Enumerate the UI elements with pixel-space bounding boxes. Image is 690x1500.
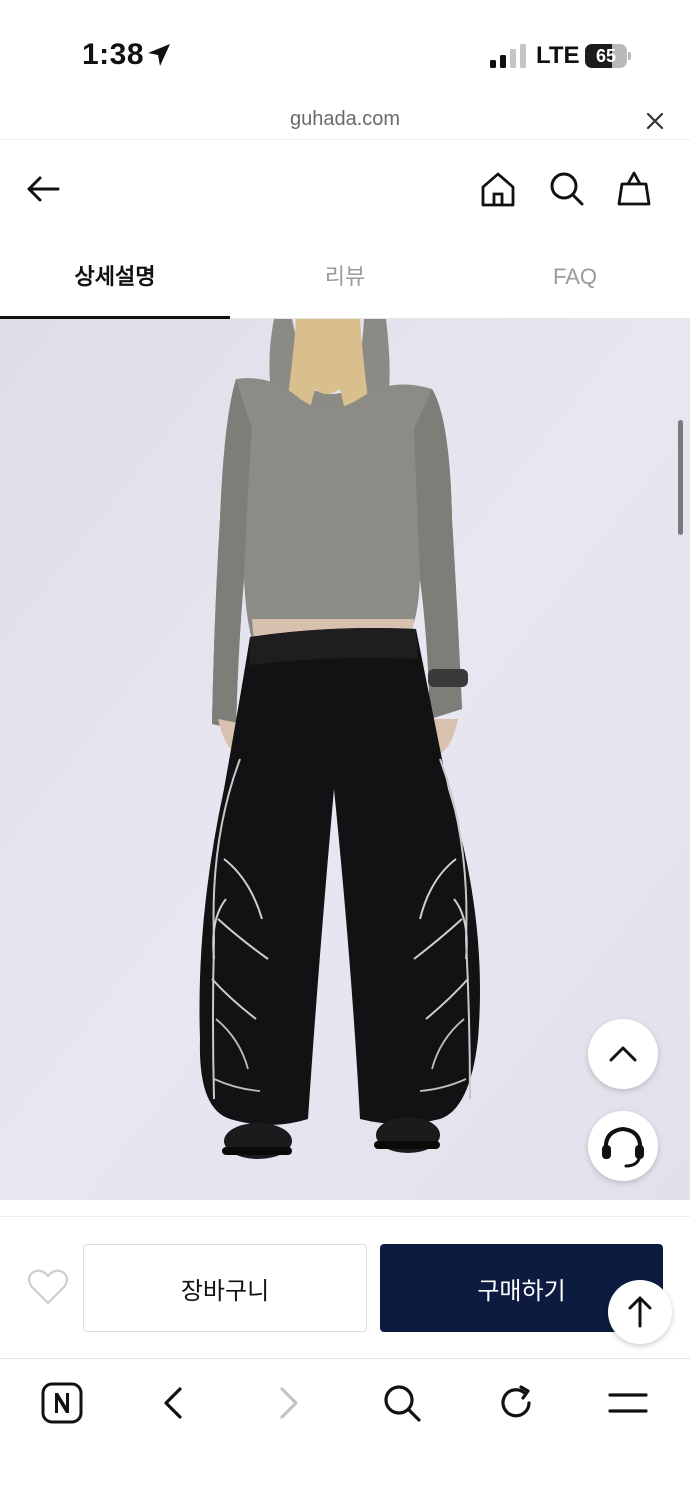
naver-home-button[interactable]	[38, 1379, 86, 1427]
browser-refresh-button[interactable]	[492, 1379, 540, 1427]
browser-forward-button[interactable]	[264, 1379, 312, 1427]
cellular-signal-icon	[490, 44, 526, 68]
scroll-top-button[interactable]	[608, 1280, 672, 1344]
forward-icon	[280, 1387, 298, 1419]
back-button[interactable]	[22, 167, 66, 211]
add-to-cart-button[interactable]: 장바구니	[83, 1244, 367, 1332]
scroll-up-button[interactable]	[588, 1019, 658, 1089]
refresh-icon	[501, 1385, 531, 1418]
status-bar: 1:38 LTE 65	[0, 0, 690, 100]
shopping-bag-icon	[617, 171, 651, 206]
purchase-bar: 장바구니 구매하기	[0, 1216, 690, 1358]
app-header	[0, 141, 690, 237]
browser-back-button[interactable]	[150, 1379, 198, 1427]
headset-icon	[602, 1126, 644, 1168]
url-bar: guhada.com	[0, 100, 690, 140]
heart-icon[interactable]	[26, 1267, 70, 1307]
customer-support-button[interactable]	[588, 1111, 658, 1181]
battery-indicator: 65	[585, 44, 631, 68]
home-button[interactable]	[476, 167, 520, 211]
tab-review[interactable]: 리뷰	[230, 237, 460, 318]
browser-toolbar	[0, 1358, 690, 1500]
product-tabs: 상세설명 리뷰 FAQ	[0, 237, 690, 320]
browser-menu-button[interactable]	[604, 1379, 652, 1427]
battery-percent: 65	[595, 46, 617, 66]
product-image	[0, 319, 690, 1200]
product-photo	[0, 319, 690, 1200]
back-arrow-icon	[27, 176, 60, 202]
menu-icon	[608, 1393, 648, 1413]
scrollbar[interactable]	[678, 420, 683, 535]
search-button[interactable]	[544, 167, 588, 211]
chevron-up-icon	[609, 1046, 637, 1062]
tab-detail[interactable]: 상세설명	[0, 237, 230, 320]
search-icon	[550, 172, 584, 206]
close-icon[interactable]	[644, 110, 666, 132]
home-icon	[481, 172, 515, 207]
location-arrow-icon	[148, 44, 170, 66]
arrow-up-icon	[628, 1296, 652, 1328]
back-icon	[164, 1387, 182, 1419]
network-label: LTE	[536, 42, 580, 69]
naver-icon	[41, 1382, 83, 1424]
url-text[interactable]: guhada.com	[0, 108, 690, 131]
status-time: 1:38	[82, 38, 145, 71]
cart-button[interactable]	[612, 167, 656, 211]
tab-faq[interactable]: FAQ	[460, 237, 690, 318]
browser-search-button[interactable]	[378, 1379, 426, 1427]
search-icon	[384, 1385, 421, 1422]
